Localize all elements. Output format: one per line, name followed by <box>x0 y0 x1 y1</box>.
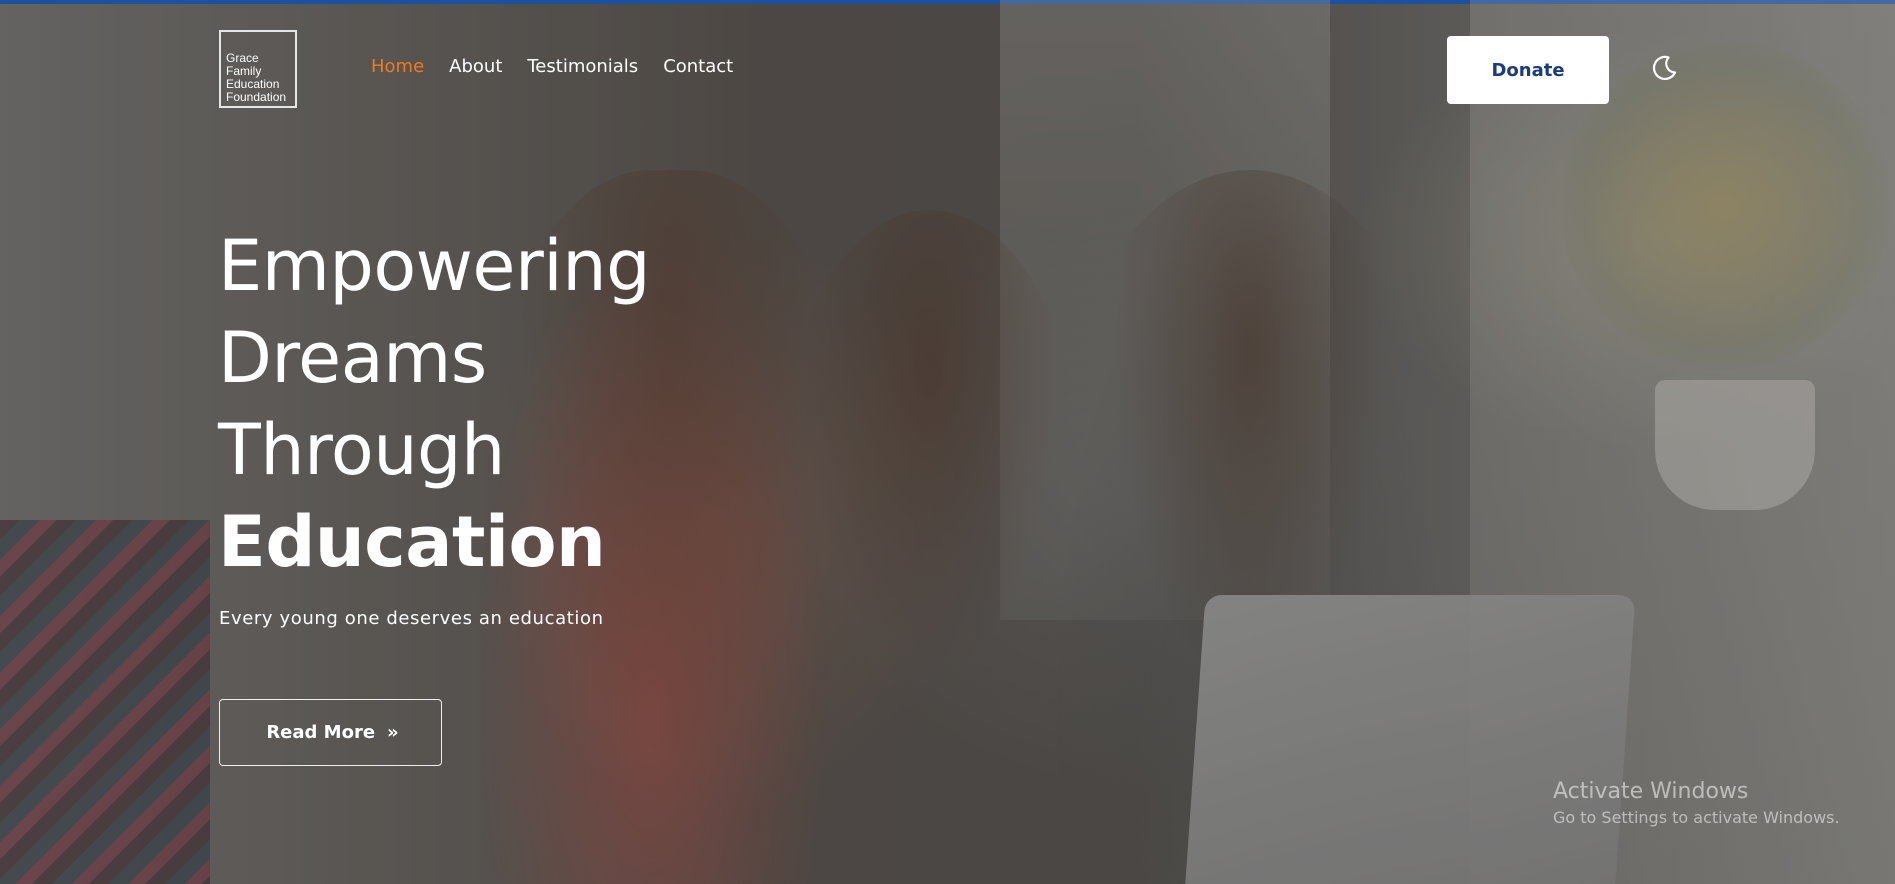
nav-item-about[interactable]: About <box>449 56 502 77</box>
site-logo[interactable]: Grace Family Education Foundation <box>219 30 297 108</box>
nav-item-home[interactable]: Home <box>371 56 424 77</box>
hero-title-line: Dreams <box>218 317 487 399</box>
watermark-subtitle: Go to Settings to activate Windows. <box>1553 808 1840 827</box>
hero-title-line: Empowering <box>218 225 651 307</box>
watermark-title: Activate Windows <box>1553 779 1749 804</box>
nav-item-testimonials[interactable]: Testimonials <box>527 56 638 77</box>
hero-title-emphasis: Education <box>218 501 606 583</box>
hero-section: Grace Family Education Foundation Home A… <box>0 0 1895 884</box>
hero-title: Empowering Dreams Through Education <box>218 220 651 588</box>
read-more-button[interactable]: Read More » <box>219 699 442 766</box>
hero-title-line: Through <box>218 409 505 491</box>
moon-icon <box>1652 55 1677 80</box>
windows-activation-watermark: Activate Windows Go to Settings to activ… <box>1553 779 1840 827</box>
theme-toggle-button[interactable] <box>1648 52 1680 84</box>
nav-item-contact[interactable]: Contact <box>663 56 733 77</box>
read-more-label: Read More <box>266 722 376 743</box>
main-nav: Home About Testimonials Contact <box>371 56 733 77</box>
double-chevron-right-icon: » <box>387 722 398 743</box>
logo-line: Foundation <box>226 90 287 104</box>
hero-subtitle: Every young one deserves an education <box>219 608 604 629</box>
donate-button[interactable]: Donate <box>1447 36 1609 104</box>
